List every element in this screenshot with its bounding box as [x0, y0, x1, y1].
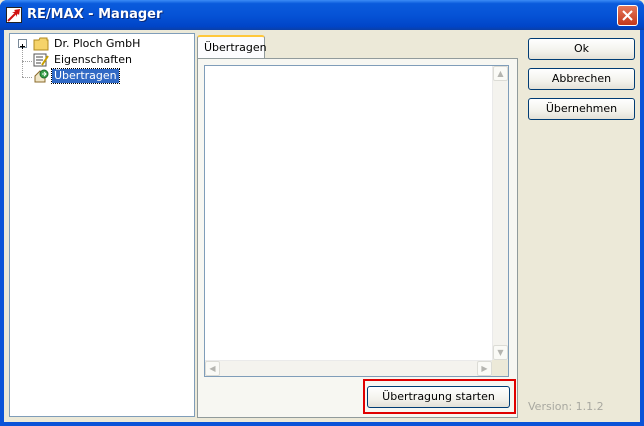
- scroll-left-button[interactable]: ◀: [205, 361, 220, 376]
- folder-icon: [33, 37, 49, 51]
- transfer-icon: [34, 69, 49, 83]
- scrollbar-corner: [492, 360, 508, 376]
- start-transfer-button[interactable]: Übertragung starten: [367, 386, 510, 408]
- expand-icon[interactable]: [18, 39, 27, 49]
- close-button[interactable]: [617, 5, 638, 26]
- transfer-log-list[interactable]: ▲ ▼ ◀ ▶: [204, 65, 509, 377]
- title-bar[interactable]: RE/MAX - Manager: [0, 0, 644, 30]
- properties-icon: [33, 53, 49, 67]
- tree-item-label: Eigenschaften: [54, 53, 132, 66]
- apply-button[interactable]: Übernehmen: [528, 98, 635, 120]
- app-window: RE/MAX - Manager Dr. Ploch GmbH Eigensch…: [0, 0, 644, 426]
- scroll-down-button[interactable]: ▼: [493, 345, 508, 360]
- remax-logo-icon: [6, 7, 22, 23]
- scroll-right-button[interactable]: ▶: [477, 361, 492, 376]
- version-label: Version: 1.1.2: [528, 400, 604, 413]
- vertical-scrollbar[interactable]: ▲ ▼: [492, 66, 508, 360]
- tree-item-eigenschaften[interactable]: Eigenschaften: [10, 52, 194, 68]
- close-icon: [622, 10, 633, 21]
- tree-view[interactable]: Dr. Ploch GmbH Eigenschaften Übertragen: [9, 33, 195, 417]
- horizontal-scrollbar[interactable]: ◀ ▶: [205, 360, 492, 376]
- window-title: RE/MAX - Manager: [27, 7, 163, 22]
- cancel-button[interactable]: Abbrechen: [528, 68, 635, 90]
- scroll-up-button[interactable]: ▲: [493, 66, 508, 81]
- tree-item-uebertragen[interactable]: Übertragen: [10, 68, 194, 84]
- tab-panel: ▲ ▼ ◀ ▶: [197, 58, 518, 418]
- tree-item-dr-ploch[interactable]: Dr. Ploch GmbH: [10, 36, 194, 52]
- dialog-body: Dr. Ploch GmbH Eigenschaften Übertragen …: [4, 30, 640, 422]
- tree-item-label: Übertragen: [51, 68, 120, 84]
- ok-button[interactable]: Ok: [528, 38, 635, 60]
- tab-label: Übertragen: [204, 41, 267, 54]
- tree-item-label: Dr. Ploch GmbH: [54, 37, 141, 50]
- tab-uebertragen[interactable]: Übertragen: [197, 35, 267, 59]
